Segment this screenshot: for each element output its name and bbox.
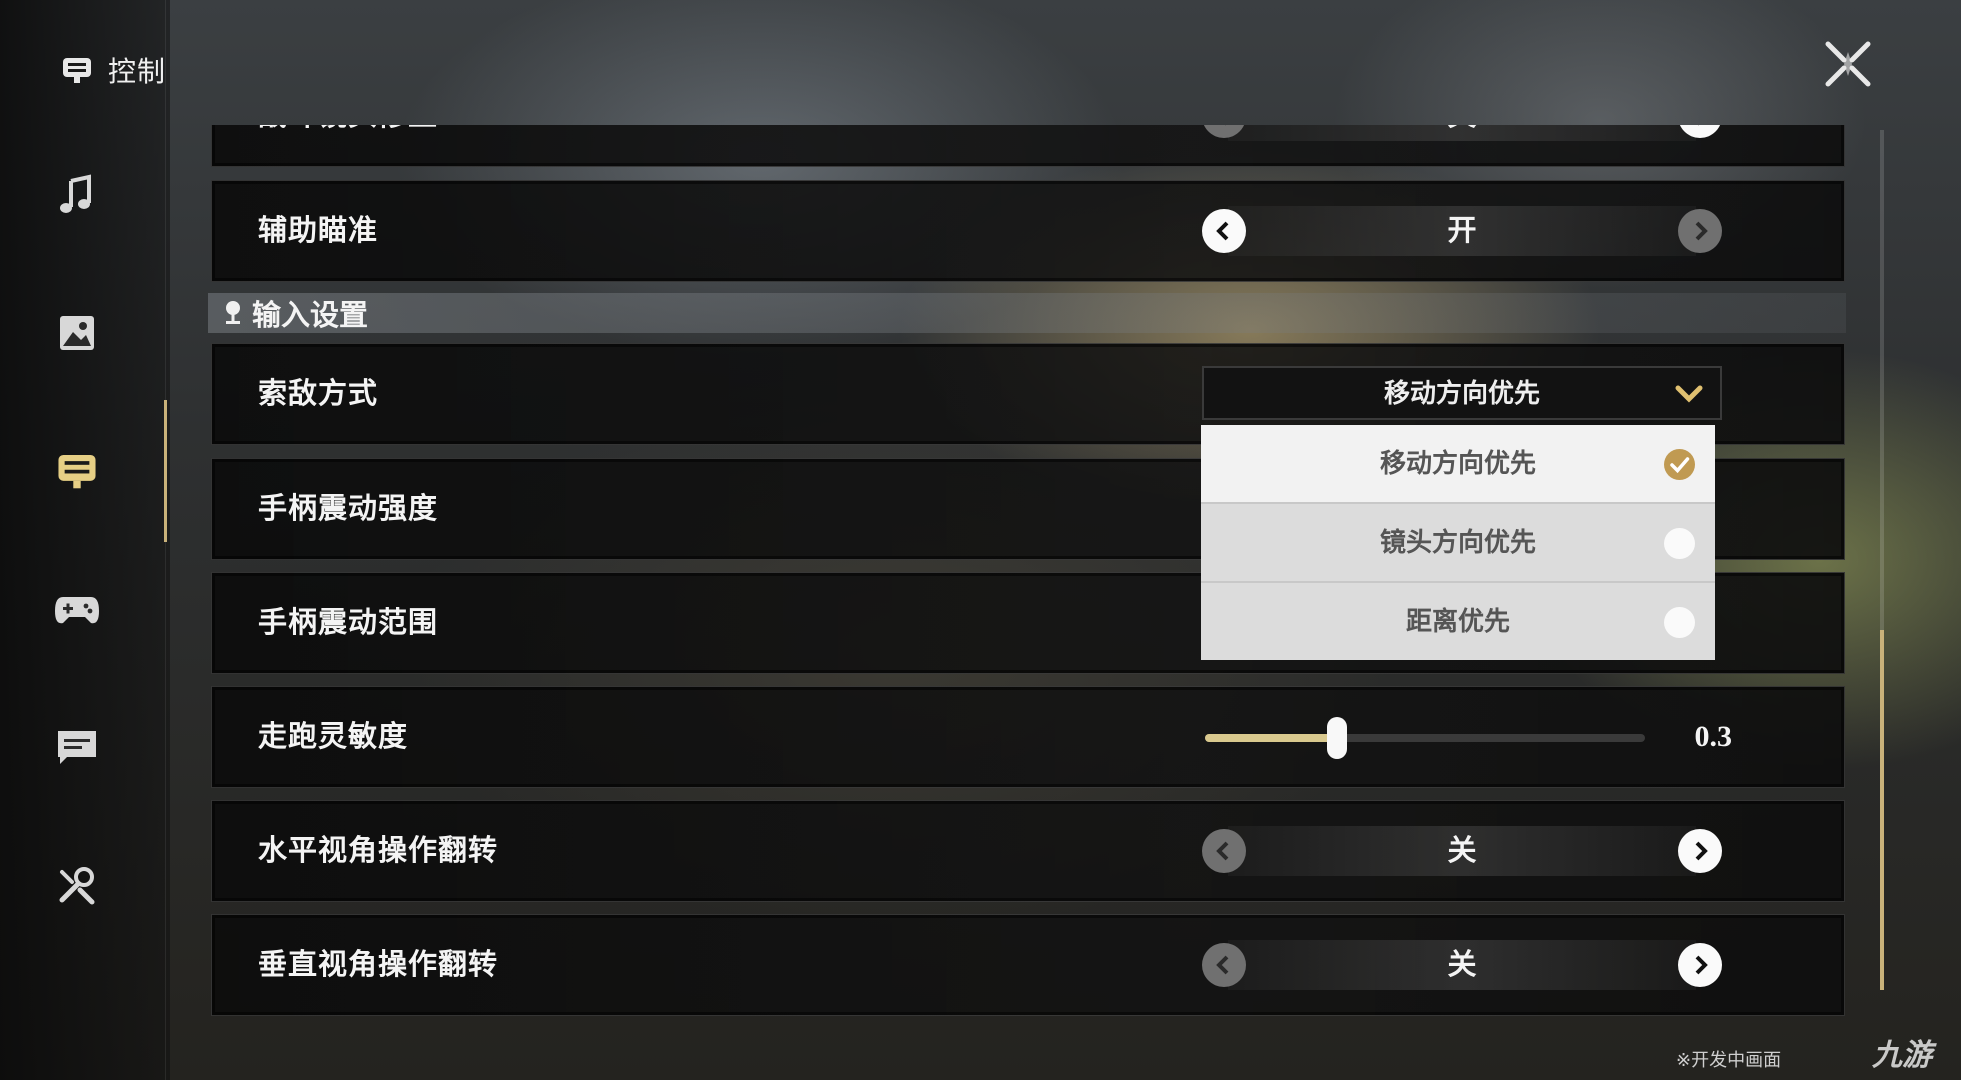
chevron-down-icon xyxy=(1675,385,1703,403)
dev-footage-note: ※开发中画面 xyxy=(1676,1050,1782,1070)
chat-icon xyxy=(58,731,96,764)
setting-label: 手柄震动强度 xyxy=(258,493,439,525)
slider-value: 0.3 xyxy=(1694,720,1733,753)
option-label: 距离优先 xyxy=(1405,606,1510,636)
option-distance[interactable]: 距离优先 xyxy=(1201,583,1715,660)
setting-label: 走跑灵敏度 xyxy=(258,721,409,753)
toggle-selector: 开 xyxy=(1202,206,1722,256)
setting-label: 手柄震动范围 xyxy=(258,607,439,639)
sidebar-item-audio[interactable] xyxy=(52,170,102,220)
selector-value: 关 xyxy=(1447,835,1477,867)
chevron-right-icon xyxy=(1695,221,1708,241)
toggle-selector: 关 xyxy=(1202,826,1722,876)
setting-label: 垂直视角操作翻转 xyxy=(258,949,499,981)
tools-icon xyxy=(59,867,95,905)
setting-row-invert-horizontal: 水平视角操作翻转 关 xyxy=(211,800,1845,902)
image-icon xyxy=(60,316,94,350)
gamepad-icon xyxy=(55,597,99,624)
selector-value: 开 xyxy=(1447,215,1477,247)
selector-value: 关 xyxy=(1447,949,1477,981)
option-camera-direction[interactable]: 镜头方向优先 xyxy=(1201,504,1715,583)
pin-icon xyxy=(226,301,240,324)
setting-row-invert-vertical: 垂直视角操作翻转 关 xyxy=(211,914,1845,1016)
setting-row-run-sensitivity: 走跑灵敏度 0.3 xyxy=(211,686,1845,788)
sidebar-active-indicator xyxy=(164,400,167,542)
dropdown-value: 移动方向优先 xyxy=(1383,378,1540,408)
setting-label: 战斗镜头修正 xyxy=(258,125,438,166)
chevron-right-icon xyxy=(1695,841,1708,861)
slider-thumb[interactable] xyxy=(1327,717,1347,759)
setting-label: 水平视角操作翻转 xyxy=(258,835,499,867)
sidebar-item-chat[interactable] xyxy=(52,722,102,772)
page-title: 控制 xyxy=(108,56,167,87)
checkmark-icon xyxy=(1664,449,1695,480)
sensitivity-slider[interactable] xyxy=(1205,687,1645,787)
controls-icon xyxy=(63,58,91,83)
chevron-right-icon xyxy=(1695,955,1708,975)
option-label: 镜头方向优先 xyxy=(1379,527,1536,557)
sidebar-item-other[interactable] xyxy=(52,860,102,910)
setting-label: 索敌方式 xyxy=(258,378,379,410)
next-button[interactable] xyxy=(1678,829,1722,873)
scrollbar-thumb[interactable] xyxy=(1880,630,1884,990)
option-label: 移动方向优先 xyxy=(1379,448,1536,478)
section-header-input: 输入设置 xyxy=(208,293,1846,333)
section-title: 输入设置 xyxy=(252,300,369,332)
toggle-selector: 关 xyxy=(1202,940,1722,990)
selector-value: 关 xyxy=(1202,125,1722,141)
option-move-direction[interactable]: 移动方向优先 xyxy=(1201,425,1715,504)
next-button[interactable] xyxy=(1678,209,1722,253)
radio-unselected xyxy=(1664,528,1695,559)
scrollbar[interactable] xyxy=(1880,130,1884,990)
target-mode-dropdown[interactable]: 移动方向优先 xyxy=(1202,366,1722,420)
sidebar-item-controls[interactable] xyxy=(52,446,102,496)
sidebar-item-graphics[interactable] xyxy=(52,308,102,358)
setting-row-aim-assist: 辅助瞄准 开 xyxy=(211,180,1845,282)
watermark: 九游 xyxy=(1872,1039,1932,1072)
sidebar: 控制 xyxy=(0,0,170,1080)
setting-row-camera-correction: 战斗镜头修正 关 xyxy=(211,125,1845,167)
radio-unselected xyxy=(1664,607,1695,638)
controls-icon xyxy=(58,454,96,489)
music-note-icon xyxy=(60,174,91,213)
target-mode-options: 移动方向优先 镜头方向优先 距离优先 xyxy=(1201,425,1715,660)
chevron-right-icon xyxy=(1698,125,1699,126)
setting-label: 辅助瞄准 xyxy=(258,215,379,247)
next-button[interactable] xyxy=(1678,943,1722,987)
sidebar-item-gamepad[interactable] xyxy=(52,584,102,634)
page-header: 控制 xyxy=(60,50,166,90)
slider-fill xyxy=(1205,734,1337,742)
toggle-selector: 关 xyxy=(1202,125,1722,141)
close-button[interactable] xyxy=(1822,38,1874,90)
settings-list: 战斗镜头修正 关 辅助瞄准 开 xyxy=(208,125,1846,1025)
close-x-icon xyxy=(1825,41,1871,87)
